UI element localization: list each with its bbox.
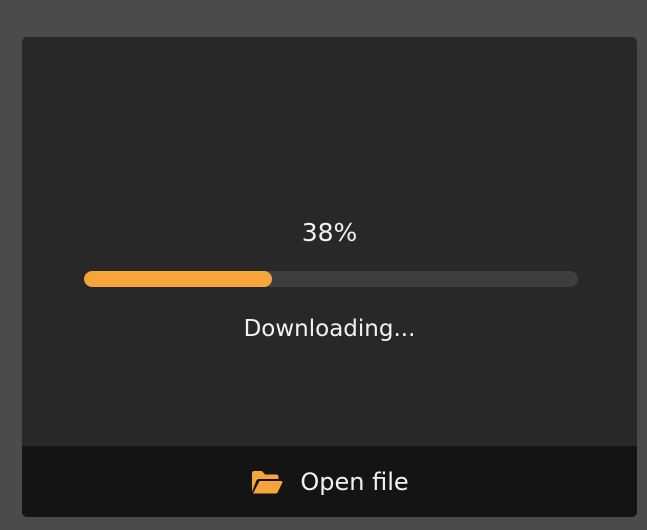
open-file-label: Open file xyxy=(300,467,409,496)
progress-bar-fill xyxy=(84,271,272,287)
footer-bar: Open file xyxy=(22,446,637,517)
download-panel: 38% Downloading... Open file xyxy=(22,37,637,517)
download-status-text: Downloading... xyxy=(243,316,416,342)
open-file-button[interactable]: Open file xyxy=(236,458,422,506)
progress-bar xyxy=(84,271,578,287)
progress-percent-label: 38% xyxy=(301,218,358,247)
folder-open-icon xyxy=(250,469,284,495)
